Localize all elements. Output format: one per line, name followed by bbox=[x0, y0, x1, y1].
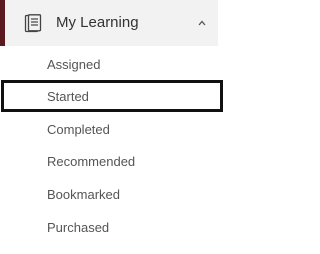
section-title: My Learning bbox=[56, 14, 139, 31]
menu-item-label: Bookmarked bbox=[47, 187, 120, 202]
menu-item-started[interactable]: Started bbox=[1, 80, 223, 112]
menu-item-label: Recommended bbox=[47, 154, 136, 169]
menu-item-completed[interactable]: Completed bbox=[0, 113, 225, 145]
my-learning-panel: My Learning Assigned Started Completed R… bbox=[0, 0, 225, 254]
menu-item-bookmarked[interactable]: Bookmarked bbox=[0, 178, 225, 210]
menu-item-assigned[interactable]: Assigned bbox=[0, 48, 225, 80]
menu-item-label: Completed bbox=[47, 122, 110, 137]
document-icon bbox=[24, 14, 42, 33]
menu-item-purchased[interactable]: Purchased bbox=[0, 211, 225, 243]
chevron-up-icon[interactable] bbox=[195, 16, 209, 30]
menu-item-label: Started bbox=[47, 89, 89, 104]
my-learning-section-header[interactable]: My Learning bbox=[0, 0, 218, 46]
menu-item-recommended[interactable]: Recommended bbox=[0, 145, 225, 177]
menu-item-label: Assigned bbox=[47, 57, 101, 72]
menu-item-label: Purchased bbox=[47, 220, 110, 235]
